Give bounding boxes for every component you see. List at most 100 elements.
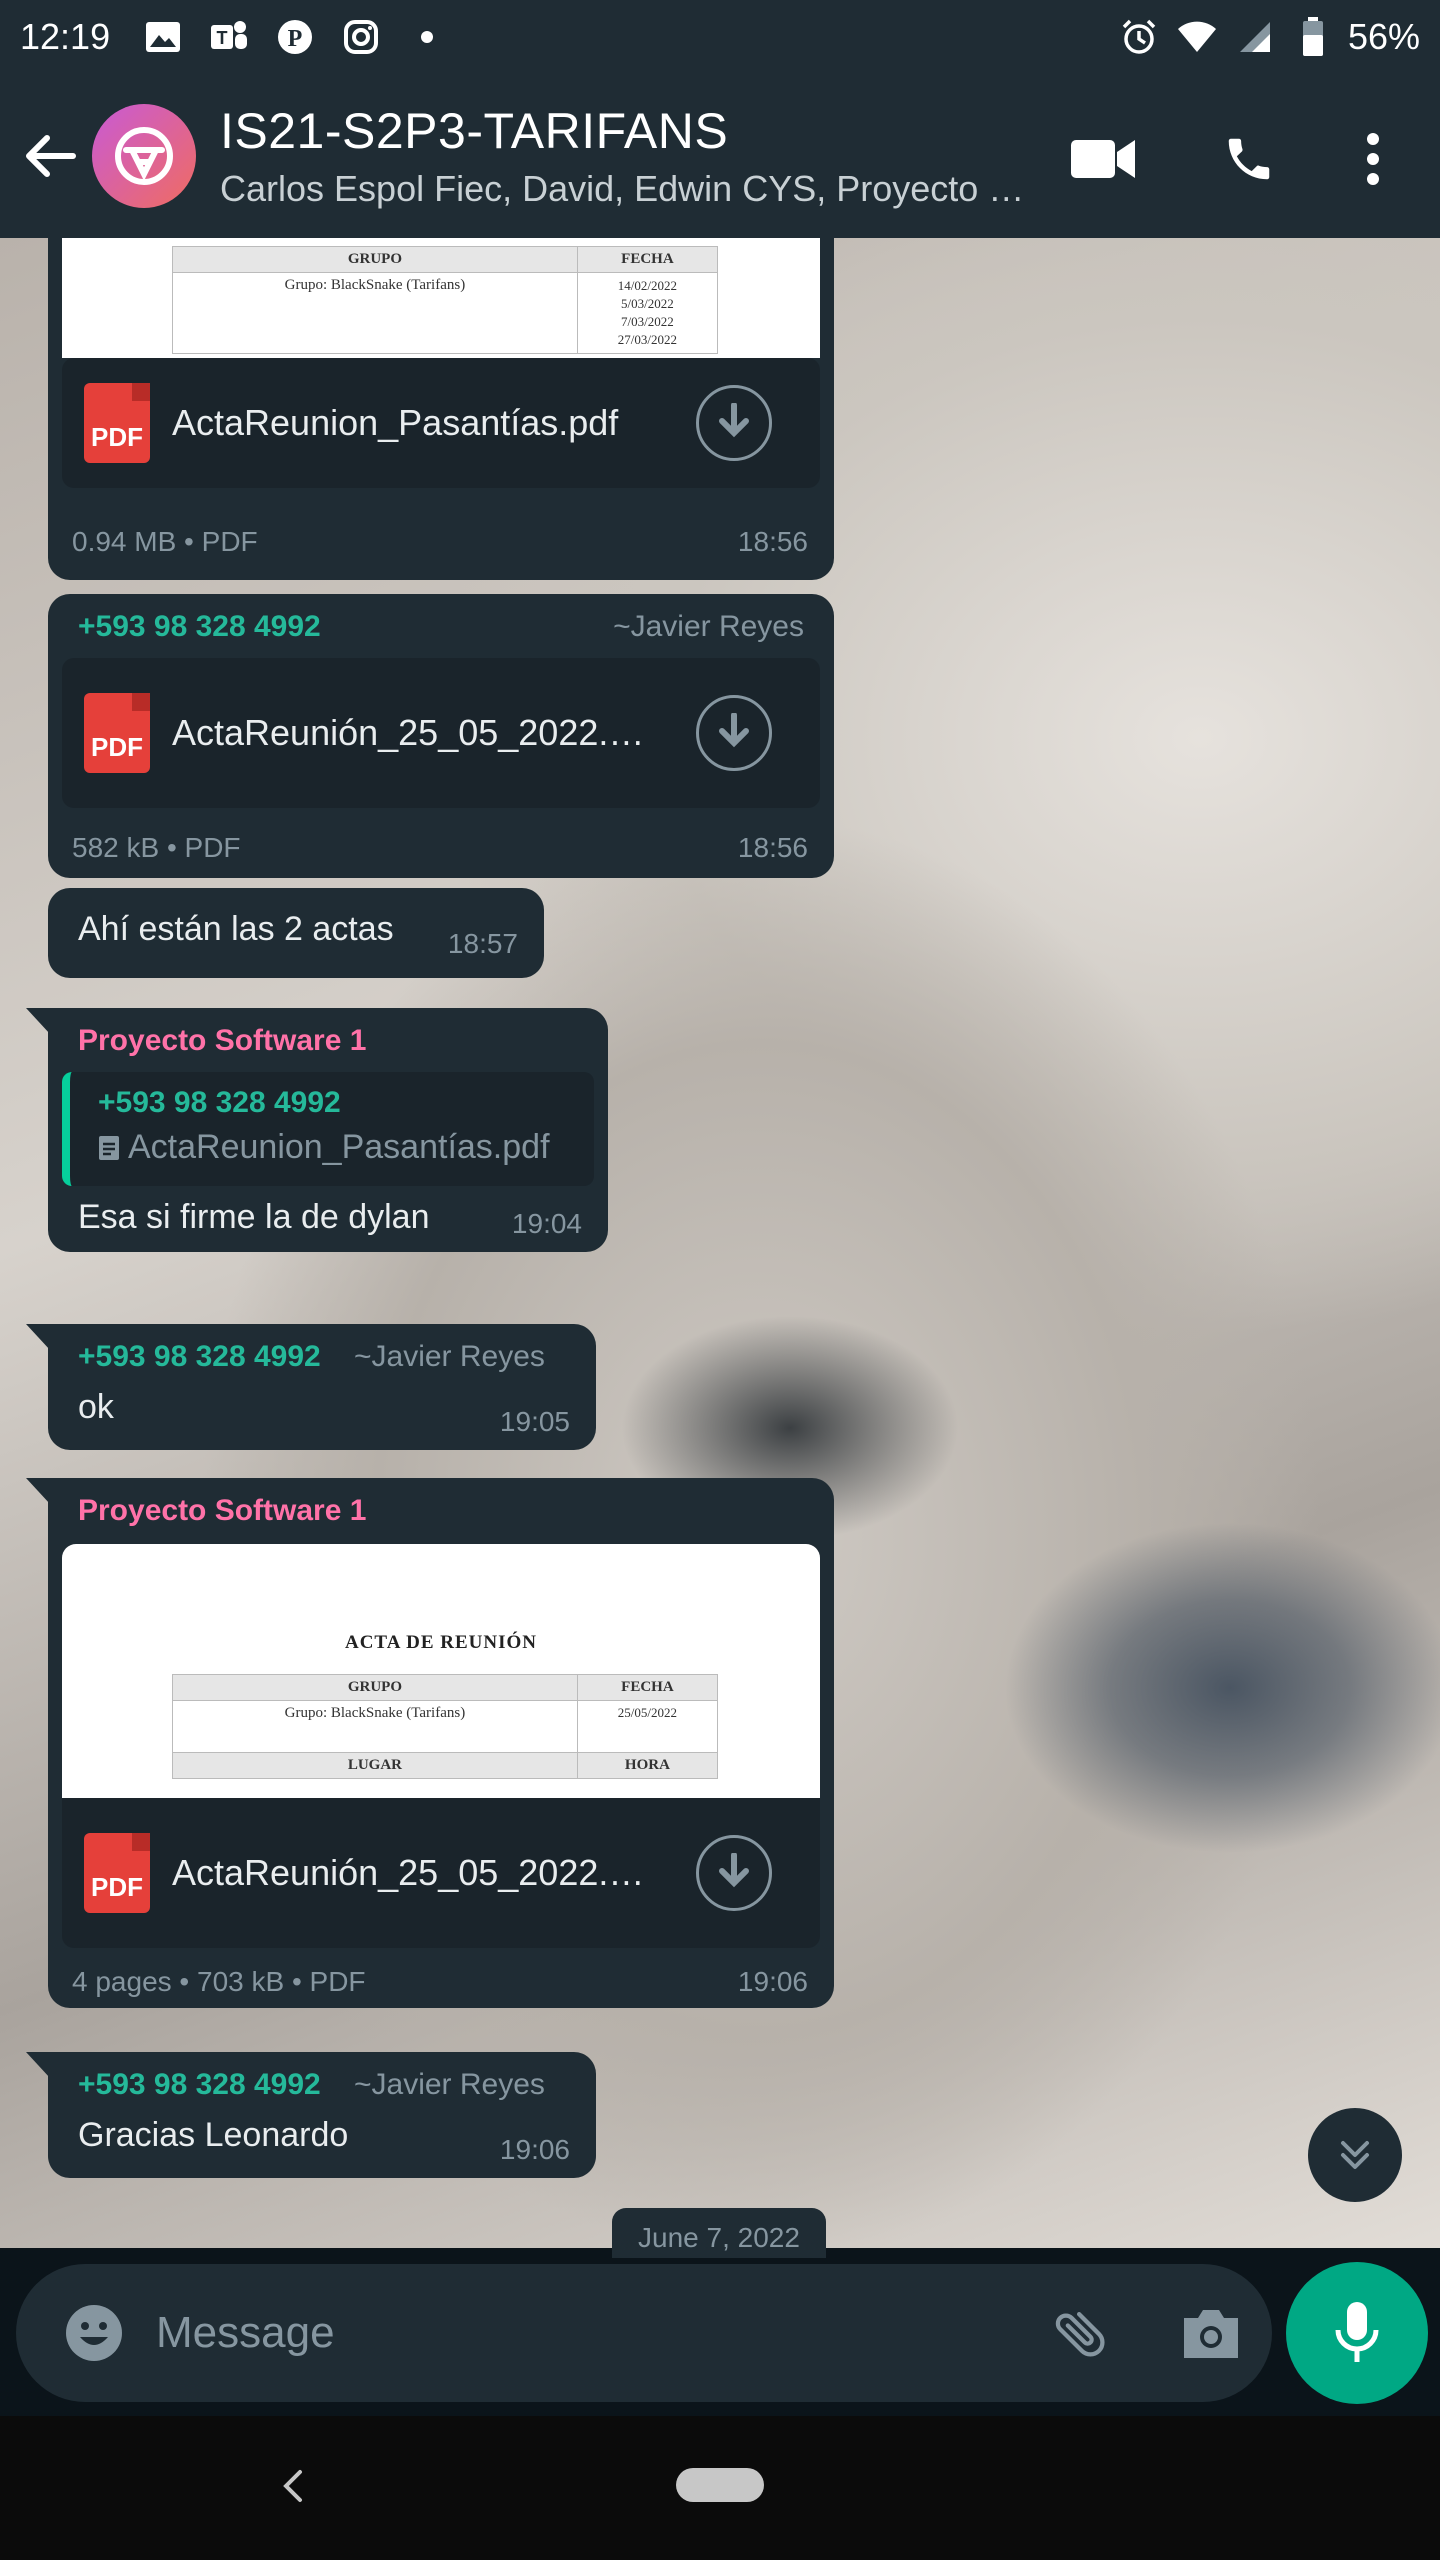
microphone-icon xyxy=(1335,2302,1379,2362)
nav-home-pill[interactable] xyxy=(676,2468,764,2502)
message-text[interactable]: +593 98 328 4992 ~Javier Reyes ok 19:05 xyxy=(26,1324,596,1450)
dot-icon xyxy=(404,14,450,60)
pinterest-icon: P xyxy=(272,14,318,60)
wifi-icon xyxy=(1174,14,1220,60)
sender-name[interactable]: Proyecto Software 1 xyxy=(78,1494,366,1528)
chat-title: IS21-S2P3-TARIFANS xyxy=(220,103,729,159)
voice-call-button[interactable] xyxy=(1204,114,1294,204)
pdf-icon: PDF xyxy=(84,1833,150,1913)
camera-icon xyxy=(1184,2310,1238,2358)
preview-date: 5/03/2022 xyxy=(621,296,674,311)
status-time: 12:19 xyxy=(20,16,111,57)
phone-call-icon xyxy=(1228,138,1270,180)
document-preview[interactable]: GRUPO FECHA Grupo: BlackSnake (Tarifans)… xyxy=(62,238,820,358)
sender-name: ~Javier Reyes xyxy=(354,2068,545,2101)
document-meta: 4 pages • 703 kB • PDF xyxy=(72,1966,366,1997)
message-time: 18:57 xyxy=(447,928,518,959)
svg-text:P: P xyxy=(288,26,303,52)
gallery-icon xyxy=(140,14,186,60)
date-divider: June 7, 2022 xyxy=(612,2208,826,2258)
preview-date: 7/03/2022 xyxy=(621,314,674,329)
preview-header: HORA xyxy=(576,1752,719,1779)
document-name: ActaReunion_Pasantías.pdf xyxy=(172,402,619,443)
sender-phone[interactable]: +593 98 328 4992 xyxy=(78,610,321,644)
sender-name: ~Javier Reyes xyxy=(613,610,804,643)
message-composer xyxy=(16,2264,1272,2402)
video-call-icon xyxy=(1071,140,1135,178)
chat-area[interactable]: GRUPO FECHA Grupo: BlackSnake (Tarifans)… xyxy=(0,238,1440,2248)
double-chevron-down-icon xyxy=(1341,2141,1369,2169)
pdf-icon: PDF xyxy=(84,693,150,773)
document-row[interactable]: PDF ActaReunión_25_05_2022.pdf xyxy=(62,658,820,808)
nav-back-button[interactable] xyxy=(262,2446,322,2526)
preview-header: GRUPO xyxy=(172,1674,578,1701)
tarifans-logo-icon xyxy=(115,127,173,185)
back-button[interactable] xyxy=(10,106,90,206)
message-time: 19:04 xyxy=(511,1208,582,1239)
message-input[interactable] xyxy=(156,2308,916,2358)
preview-group: Grupo: BlackSnake (Tarifans) xyxy=(172,272,578,354)
battery-percent: 56% xyxy=(1347,16,1420,57)
message-time: 18:56 xyxy=(737,526,808,557)
preview-date: 14/02/2022 xyxy=(617,278,678,293)
message-time: 19:06 xyxy=(499,2134,570,2165)
voice-message-button[interactable] xyxy=(1286,2262,1428,2404)
pdf-icon: PDF xyxy=(84,383,150,463)
download-button[interactable] xyxy=(696,385,772,461)
message-text[interactable]: +593 98 328 4992 ~Javier Reyes Gracias L… xyxy=(26,2052,596,2178)
document-preview[interactable]: ACTA DE REUNIÓN GRUPO FECHA Grupo: Black… xyxy=(62,1544,820,1798)
chat-title-area[interactable]: IS21-S2P3-TARIFANS Carlos Espol Fiec, Da… xyxy=(220,102,1040,210)
preview-date: 25/05/2022 xyxy=(576,1700,719,1753)
message-text[interactable]: Ahí están las 2 actas 18:57 xyxy=(48,888,544,978)
preview-header: GRUPO xyxy=(172,246,578,273)
document-icon xyxy=(99,1135,119,1160)
download-icon xyxy=(719,1853,749,1888)
sender-phone[interactable]: +593 98 328 4992 xyxy=(78,2068,321,2102)
document-meta: 0.94 MB • PDF xyxy=(72,526,258,557)
signal-icon xyxy=(1232,14,1278,60)
download-button[interactable] xyxy=(696,1835,772,1911)
sender-name: ~Javier Reyes xyxy=(354,1340,545,1373)
message-time: 19:06 xyxy=(737,1966,808,1997)
system-nav-bar xyxy=(0,2416,1440,2560)
message-reply[interactable]: Proyecto Software 1 +593 98 328 4992 Act… xyxy=(26,1008,608,1252)
document-name: ActaReunión_25_05_2022.pdf xyxy=(172,712,652,753)
camera-button[interactable] xyxy=(1166,2288,1256,2378)
preview-header: LUGAR xyxy=(172,1752,578,1779)
paperclip-icon xyxy=(1055,2312,1105,2357)
document-row[interactable]: PDF ActaReunión_25_05_2022.pdf xyxy=(62,1798,820,1948)
quoted-message[interactable]: +593 98 328 4992 ActaReunion_Pasantías.p… xyxy=(62,1072,594,1186)
sender-phone[interactable]: +593 98 328 4992 xyxy=(78,1340,321,1374)
download-icon xyxy=(719,713,749,748)
message-body: Esa si firme la de dylan xyxy=(78,1198,430,1236)
download-button[interactable] xyxy=(696,695,772,771)
message-time: 19:05 xyxy=(499,1406,570,1437)
message-document[interactable]: +593 98 328 4992 ~Javier Reyes PDF ActaR… xyxy=(48,594,834,878)
scroll-to-bottom-button[interactable] xyxy=(1308,2108,1402,2202)
chat-participants: Carlos Espol Fiec, David, Edwin CYS, Pro… xyxy=(220,168,1040,209)
emoji-button[interactable] xyxy=(44,2283,144,2383)
message-body: Ahí están las 2 actas xyxy=(78,910,394,948)
attach-button[interactable] xyxy=(1036,2288,1126,2378)
chevron-left-icon xyxy=(283,2470,302,2502)
quoted-document: ActaReunion_Pasantías.pdf xyxy=(128,1128,550,1166)
status-bar: 12:19 T P 56% xyxy=(0,0,1440,74)
video-call-button[interactable] xyxy=(1058,114,1148,204)
preview-group: Grupo: BlackSnake (Tarifans) xyxy=(172,1700,578,1753)
message-document[interactable]: Proyecto Software 1 ACTA DE REUNIÓN GRUP… xyxy=(26,1478,834,2008)
document-row[interactable]: PDF ActaReunion_Pasantías.pdf xyxy=(62,358,820,488)
group-avatar[interactable] xyxy=(92,104,196,208)
message-document[interactable]: GRUPO FECHA Grupo: BlackSnake (Tarifans)… xyxy=(48,238,834,580)
preview-title: ACTA DE REUNIÓN xyxy=(344,1632,537,1653)
back-arrow-icon xyxy=(26,135,76,177)
more-vert-icon xyxy=(1367,133,1379,185)
message-body: ok xyxy=(78,1388,114,1426)
sender-name[interactable]: Proyecto Software 1 xyxy=(78,1024,366,1058)
preview-date: 27/03/2022 xyxy=(617,332,678,347)
alarm-icon xyxy=(1116,14,1162,60)
more-options-button[interactable] xyxy=(1328,114,1418,204)
instagram-icon xyxy=(338,14,384,60)
quoted-sender: +593 98 328 4992 xyxy=(98,1086,341,1119)
emoji-icon xyxy=(66,2305,122,2361)
document-name: ActaReunión_25_05_2022.pdf xyxy=(172,1852,652,1893)
